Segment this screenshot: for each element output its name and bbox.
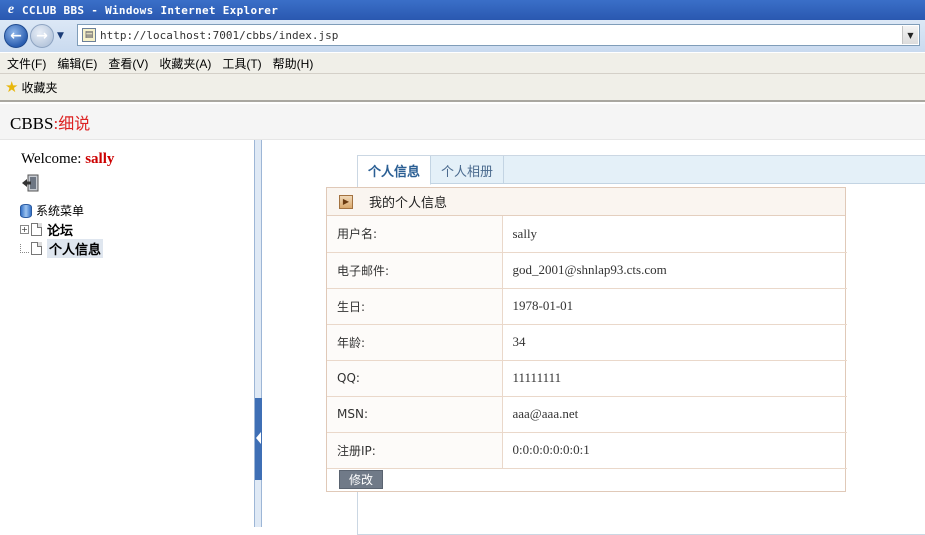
- database-icon: [20, 203, 32, 218]
- edit-button[interactable]: 修改: [339, 470, 383, 489]
- welcome-label: Welcome:: [21, 151, 82, 167]
- address-dropdown-icon[interactable]: ▼: [902, 26, 918, 44]
- field-value: 34: [502, 324, 847, 361]
- field-value: sally: [502, 216, 847, 253]
- field-label: 年龄:: [327, 324, 503, 361]
- tree-item-label[interactable]: 论坛: [47, 220, 73, 239]
- menu-bar: 文件(F) 编辑(E) 查看(V) 收藏夹(A) 工具(T) 帮助(H): [0, 52, 925, 74]
- panel-splitter[interactable]: [254, 140, 263, 527]
- system-menu-tree: 系统菜单 + 论坛 个人信息: [20, 201, 104, 258]
- profile-box: ▶ 我的个人信息 用户名: sally 电子邮件: god_2001@shnla…: [326, 187, 847, 492]
- address-bar[interactable]: ▤ http://localhost:7001/cbbs/index.jsp ▼: [77, 24, 920, 46]
- field-label: QQ:: [327, 360, 503, 397]
- favorites-label[interactable]: 收藏夹: [21, 79, 57, 96]
- table-row: MSN: aaa@aaa.net: [327, 396, 847, 433]
- document-icon: [31, 223, 42, 236]
- favorites-bar: ★ 收藏夹: [0, 74, 925, 102]
- field-value: aaa@aaa.net: [502, 396, 847, 433]
- brand-name: CBBS: [10, 113, 54, 133]
- window-titlebar: e CCLUB BBS - Windows Internet Explorer: [0, 0, 925, 20]
- favorites-star-icon[interactable]: ★: [5, 78, 18, 96]
- forward-arrow-icon: →: [36, 28, 48, 44]
- collapse-arrow-icon: [256, 432, 261, 444]
- window-title: CCLUB BBS - Windows Internet Explorer: [22, 3, 279, 17]
- menu-edit[interactable]: 编辑(E): [57, 55, 97, 72]
- main-content: 个人信息 个人相册 ▶ 我的个人信息 用户名: sally 电子邮件: god_…: [262, 140, 925, 535]
- welcome-message: Welcome: sally: [21, 151, 114, 168]
- menu-favorites[interactable]: 收藏夹(A): [159, 55, 211, 72]
- address-url[interactable]: http://localhost:7001/cbbs/index.jsp: [100, 29, 902, 42]
- tab-album[interactable]: 个人相册: [431, 156, 505, 184]
- welcome-username: sally: [85, 151, 115, 167]
- table-row: QQ: 11111111: [327, 360, 847, 397]
- logout-icon[interactable]: [21, 173, 41, 193]
- back-arrow-icon: ←: [10, 28, 22, 44]
- tab-strip: 个人信息 个人相册: [358, 156, 925, 185]
- field-label: 电子邮件:: [327, 252, 503, 289]
- page-icon: ▤: [82, 28, 96, 42]
- field-label: 用户名:: [327, 216, 503, 253]
- table-row: 用户名: sally: [327, 216, 847, 253]
- site-brand: CBBS:细说: [10, 110, 90, 134]
- tree-item-forum[interactable]: + 论坛: [20, 220, 103, 239]
- profile-box-title: 我的个人信息: [369, 196, 448, 211]
- forward-button[interactable]: →: [30, 24, 54, 48]
- navigation-bar: ← → ▼ ▤ http://localhost:7001/cbbs/index…: [0, 20, 925, 52]
- menu-help[interactable]: 帮助(H): [273, 55, 314, 72]
- tab-profile[interactable]: 个人信息: [358, 156, 432, 185]
- tree-item-profile[interactable]: 个人信息: [20, 239, 104, 258]
- table-row: 注册IP: 0:0:0:0:0:0:0:1: [327, 432, 847, 469]
- tree-item-label[interactable]: 个人信息: [47, 239, 104, 258]
- back-button[interactable]: ←: [4, 24, 28, 48]
- page-header: CBBS:细说: [0, 104, 925, 140]
- menu-file[interactable]: 文件(F): [7, 55, 46, 72]
- recent-pages-dropdown-icon[interactable]: ▼: [57, 31, 69, 41]
- field-label: 注册IP:: [327, 432, 503, 469]
- profile-table: 用户名: sally 电子邮件: god_2001@shnlap93.cts.c…: [327, 216, 847, 469]
- menu-tools[interactable]: 工具(T): [222, 55, 261, 72]
- brand-subtitle: 细说: [58, 113, 91, 133]
- field-value: 11111111: [502, 360, 847, 397]
- menu-view[interactable]: 查看(V): [108, 55, 148, 72]
- field-value: god_2001@shnlap93.cts.com: [502, 252, 847, 289]
- table-row: 年龄: 34: [327, 324, 847, 361]
- profile-box-header: ▶ 我的个人信息: [327, 188, 845, 216]
- tree-connector: [20, 244, 29, 253]
- ie-logo-icon: e: [7, 2, 15, 17]
- tree-root[interactable]: 系统菜单: [20, 201, 103, 220]
- table-row: 生日: 1978-01-01: [327, 288, 847, 325]
- expand-plus-icon[interactable]: +: [20, 225, 29, 234]
- left-panel: Welcome: sally 系统菜单 + 论坛 个人信息: [0, 140, 254, 527]
- document-icon: [31, 242, 42, 255]
- table-row: 电子邮件: god_2001@shnlap93.cts.com: [327, 252, 847, 289]
- field-label: MSN:: [327, 396, 503, 433]
- box-toggle-icon[interactable]: ▶: [339, 194, 353, 209]
- field-label: 生日:: [327, 288, 503, 325]
- tree-root-label: 系统菜单: [36, 204, 85, 218]
- field-value: 1978-01-01: [502, 288, 847, 325]
- field-value: 0:0:0:0:0:0:0:1: [502, 432, 847, 469]
